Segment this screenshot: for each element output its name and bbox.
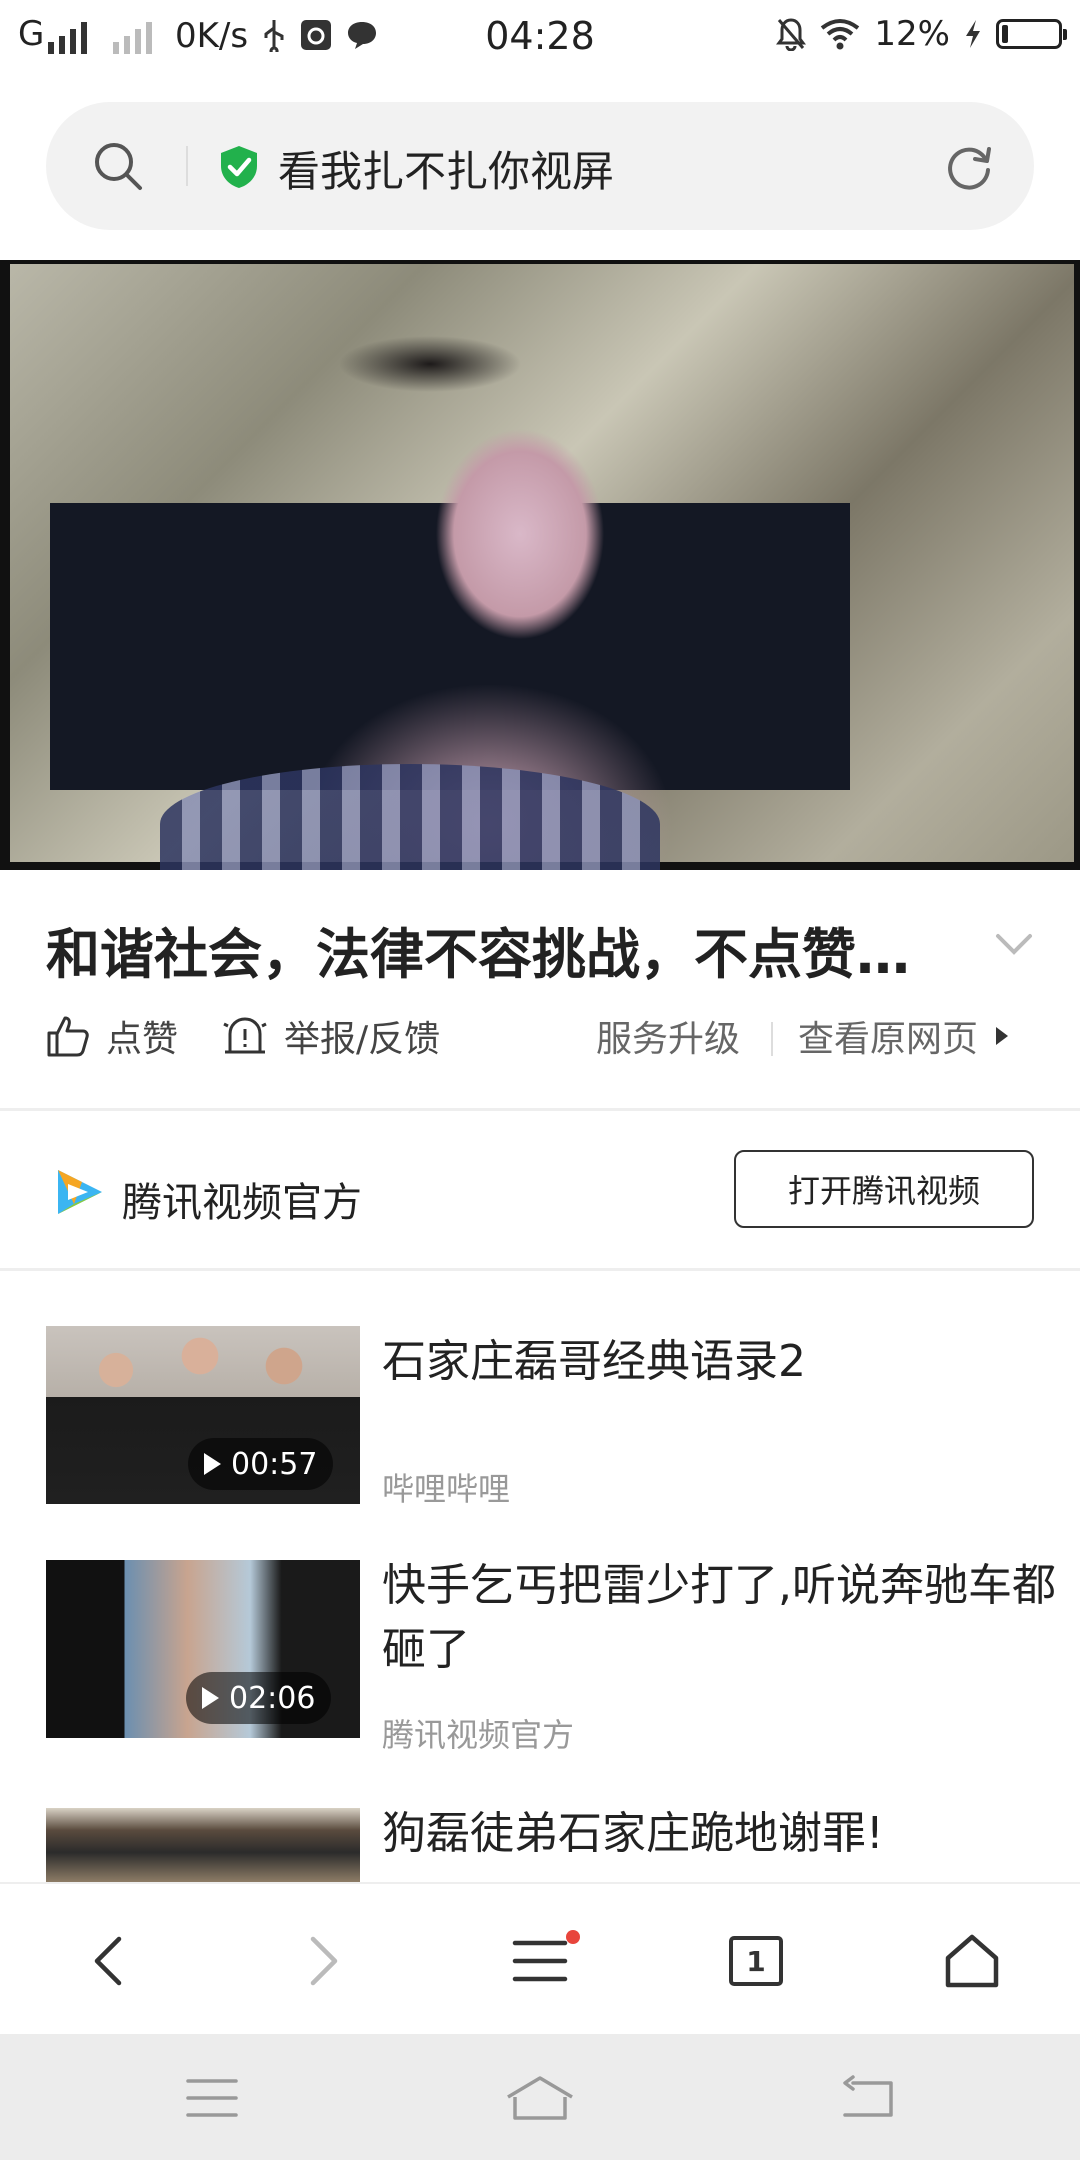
list-item-title[interactable]: 石家庄磊哥经典语录2 [382,1330,1072,1394]
battery-icon [996,19,1067,49]
like-button[interactable]: 点赞 [46,1010,178,1062]
recent-apps-icon [186,2079,238,2117]
video-thumbnail[interactable]: 02:06 [46,1560,360,1738]
notification-dot [566,1930,580,1944]
status-icons-right: 12% [776,14,1067,54]
refresh-icon[interactable] [942,140,996,194]
report-button[interactable]: 举报/反馈 [222,1010,440,1062]
play-arrow-icon [996,1027,1009,1045]
address-divider [186,146,188,186]
battery-level [1002,25,1008,43]
duration: 02:06 [229,1680,316,1716]
video-frame[interactable] [10,264,1074,870]
back-icon [94,1936,122,1986]
video-player[interactable] [0,260,1080,870]
report-label: 举报/反馈 [284,1019,441,1060]
list-item-source: 腾讯视频官方 [382,1716,575,1754]
tabs-button[interactable]: 1 [716,1926,796,1996]
menu-button[interactable] [500,1926,580,1996]
system-back-icon [843,2075,893,2117]
play-icon [204,1453,221,1475]
home-icon [945,1934,999,1988]
list-item[interactable]: 狗磊徒弟石家庄跪地谢罪! [46,1808,1034,1882]
tencent-video-logo-icon [58,1170,102,1214]
system-back-button[interactable] [828,2068,908,2128]
video-thumbnail[interactable] [46,1808,360,1882]
divider [0,1268,1080,1271]
list-item[interactable]: 00:57 石家庄磊哥经典语录2 哔哩哔哩 [46,1326,1034,1508]
source-row: 腾讯视频官方 打开腾讯视频 [46,1140,1034,1250]
shield-icon [221,146,257,188]
chevron-down-icon[interactable] [994,930,1034,958]
search-icon[interactable] [92,140,144,192]
menu-icon [512,1940,568,1982]
tab-count: 1 [746,1944,766,1978]
system-home-icon [507,2076,573,2120]
video-content [160,764,660,870]
page-title[interactable]: 看我扎不扎你视屏 [278,138,614,199]
forward-icon [310,1936,338,1986]
video-title: 和谐社会，法律不容挑战，不点赞… [46,923,910,986]
list-item-title[interactable]: 狗磊徒弟石家庄跪地谢罪! [382,1808,1034,1866]
charging-icon [966,20,980,48]
report-icon [223,1017,267,1054]
source-name: 腾讯视频官方 [122,1180,362,1226]
action-row: 点赞 举报/反馈 服务升级 查看原网页 [46,1010,1034,1070]
video-thumbnail[interactable]: 00:57 [46,1326,360,1504]
action-separator [771,1022,773,1056]
open-tencent-video-button[interactable]: 打开腾讯视频 [734,1150,1034,1228]
address-bar[interactable]: 看我扎不扎你视屏 [46,102,1034,230]
forward-button[interactable] [284,1926,364,1996]
divider [0,1108,1080,1111]
system-home-button[interactable] [500,2068,580,2128]
system-navigation-bar [0,2034,1080,2160]
view-original-link[interactable]: 查看原网页 [798,1010,1010,1062]
wifi-icon [821,19,860,50]
service-upgrade-link[interactable]: 服务升级 [596,1010,740,1062]
list-item[interactable]: 02:06 快手乞丐把雷少打了,听说奔驰车都砸了 腾讯视频官方 [46,1560,1056,1754]
like-label: 点赞 [106,1019,179,1060]
service-upgrade-label: 服务升级 [596,1019,741,1060]
status-bar: G 0K/s 04:28 12% [0,0,1080,72]
home-button[interactable] [932,1926,1012,1996]
duration: 00:57 [231,1446,318,1482]
browser-toolbar: 1 [0,1882,1080,2036]
thumbs-up-icon [47,1016,89,1057]
duration-badge: 00:57 [188,1438,334,1490]
mute-icon [776,18,807,51]
recent-apps-button[interactable] [172,2068,252,2128]
back-button[interactable] [68,1926,148,1996]
battery-percent: 12% [874,14,950,54]
duration-badge: 02:06 [186,1672,332,1724]
list-item-source: 哔哩哔哩 [382,1470,511,1508]
play-icon [202,1687,219,1709]
view-original-label: 查看原网页 [798,1019,979,1060]
list-item-title[interactable]: 快手乞丐把雷少打了,听说奔驰车都砸了 [382,1554,1072,1682]
